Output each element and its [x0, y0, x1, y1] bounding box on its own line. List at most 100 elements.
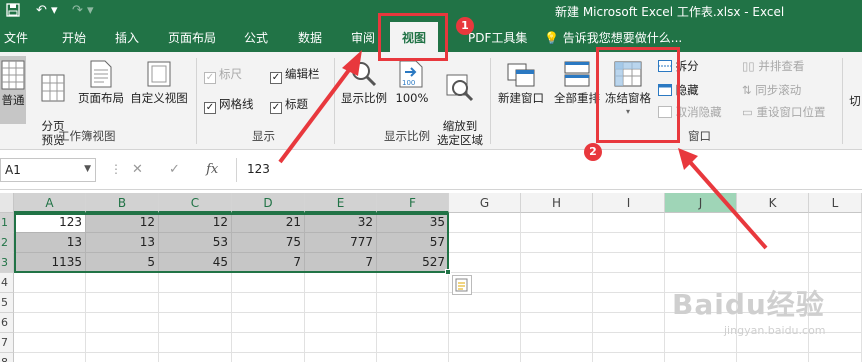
view-side-by-side-button[interactable]: ▯▯ 并排查看	[742, 58, 804, 74]
empty-cell[interactable]	[305, 333, 377, 353]
column-header[interactable]: F	[377, 193, 449, 213]
tab-pdf-tools[interactable]: PDF工具集	[468, 29, 527, 46]
empty-cell[interactable]	[737, 353, 809, 362]
column-header[interactable]: C	[159, 193, 232, 213]
column-header[interactable]: I	[593, 193, 665, 213]
empty-cell[interactable]	[232, 293, 305, 313]
empty-cell[interactable]	[14, 293, 86, 313]
name-box[interactable]: A1 ▼	[0, 158, 96, 182]
row-header[interactable]: 5	[0, 293, 14, 313]
empty-cell[interactable]	[232, 313, 305, 333]
empty-cell[interactable]	[86, 293, 159, 313]
empty-cell[interactable]	[593, 253, 665, 273]
empty-cell[interactable]	[449, 333, 521, 353]
arrange-all-button[interactable]: 全部重排	[550, 60, 604, 105]
cell-b2[interactable]: 13	[86, 233, 159, 253]
column-header[interactable]: D	[232, 193, 305, 213]
freeze-panes-button[interactable]: 冻结窗格 ▾	[602, 60, 654, 119]
empty-cell[interactable]	[593, 273, 665, 293]
empty-cell[interactable]	[449, 313, 521, 333]
custom-views-button[interactable]: 自定义视图	[128, 60, 190, 105]
empty-cell[interactable]	[86, 353, 159, 362]
column-header[interactable]: H	[521, 193, 593, 213]
empty-cell[interactable]	[521, 293, 593, 313]
cancel-icon[interactable]: ✕	[132, 162, 143, 177]
headings-checkbox[interactable]: ✓ 标题	[270, 96, 308, 114]
cell-e1[interactable]: 32	[305, 213, 377, 233]
empty-cell[interactable]	[449, 213, 521, 233]
empty-cell[interactable]	[593, 213, 665, 233]
row-header[interactable]: 4	[0, 273, 14, 293]
column-header[interactable]: K	[737, 193, 809, 213]
empty-cell[interactable]	[232, 273, 305, 293]
cell-f2[interactable]: 57	[377, 233, 449, 253]
cell-a3[interactable]: 1135	[14, 253, 86, 273]
undo-icon[interactable]: ↶ ▾	[36, 3, 58, 18]
gridlines-checkbox[interactable]: ✓ 网格线	[204, 96, 254, 114]
empty-cell[interactable]	[305, 313, 377, 333]
empty-cell[interactable]	[86, 333, 159, 353]
empty-cell[interactable]	[665, 213, 737, 233]
empty-cell[interactable]	[14, 333, 86, 353]
empty-cell[interactable]	[377, 313, 449, 333]
cell-b1[interactable]: 12	[86, 213, 159, 233]
insert-function-icon[interactable]: fx	[206, 162, 218, 177]
cell-c3[interactable]: 45	[159, 253, 232, 273]
empty-cell[interactable]	[809, 253, 862, 273]
empty-cell[interactable]	[232, 333, 305, 353]
tab-insert[interactable]: 插入	[115, 29, 139, 46]
cell-d3[interactable]: 7	[232, 253, 305, 273]
empty-cell[interactable]	[86, 273, 159, 293]
empty-cell[interactable]	[305, 273, 377, 293]
empty-cell[interactable]	[521, 353, 593, 362]
empty-cell[interactable]	[665, 233, 737, 253]
cell-e3[interactable]: 7	[305, 253, 377, 273]
cell-c2[interactable]: 53	[159, 233, 232, 253]
empty-cell[interactable]	[737, 233, 809, 253]
empty-cell[interactable]	[593, 293, 665, 313]
empty-cell[interactable]	[809, 233, 862, 253]
ruler-checkbox[interactable]: ✓ 标尺	[204, 66, 242, 84]
enter-icon[interactable]: ✓	[169, 162, 180, 177]
unhide-button[interactable]: 取消隐藏	[658, 104, 722, 120]
column-header[interactable]: L	[809, 193, 862, 213]
empty-cell[interactable]	[737, 213, 809, 233]
save-icon[interactable]	[6, 3, 20, 21]
empty-cell[interactable]	[377, 293, 449, 313]
empty-cell[interactable]	[159, 293, 232, 313]
empty-cell[interactable]	[14, 313, 86, 333]
empty-cell[interactable]	[159, 353, 232, 362]
empty-cell[interactable]	[593, 313, 665, 333]
empty-cell[interactable]	[809, 213, 862, 233]
empty-cell[interactable]	[521, 213, 593, 233]
tab-page-layout[interactable]: 页面布局	[168, 29, 216, 46]
cell-a1[interactable]: 123	[14, 213, 86, 233]
empty-cell[interactable]	[159, 273, 232, 293]
empty-cell[interactable]	[665, 353, 737, 362]
page-layout-button[interactable]: 页面布局	[76, 60, 126, 105]
empty-cell[interactable]	[521, 333, 593, 353]
row-header[interactable]: 6	[0, 313, 14, 333]
column-header[interactable]: A	[14, 193, 86, 213]
column-header[interactable]: B	[86, 193, 159, 213]
zoom-button[interactable]: 显示比例	[338, 60, 390, 105]
empty-cell[interactable]	[449, 253, 521, 273]
empty-cell[interactable]	[14, 273, 86, 293]
row-header[interactable]: 2	[0, 233, 14, 253]
row-header[interactable]: 3	[0, 253, 14, 273]
split-button[interactable]: 拆分	[658, 58, 699, 74]
redo-icon[interactable]: ↷ ▾	[72, 3, 94, 18]
empty-cell[interactable]	[593, 333, 665, 353]
formula-input[interactable]: 123	[236, 158, 862, 182]
tab-formulas[interactable]: 公式	[244, 29, 268, 46]
normal-view-button[interactable]: 普通	[0, 56, 26, 124]
empty-cell[interactable]	[305, 353, 377, 362]
new-window-button[interactable]: 新建窗口	[494, 60, 548, 105]
empty-cell[interactable]	[521, 253, 593, 273]
empty-cell[interactable]	[377, 273, 449, 293]
empty-cell[interactable]	[521, 313, 593, 333]
column-header[interactable]: J	[665, 193, 737, 213]
tell-me-search[interactable]: 💡 告诉我您想要做什么...	[544, 29, 682, 46]
cell-f1[interactable]: 35	[377, 213, 449, 233]
empty-cell[interactable]	[159, 313, 232, 333]
